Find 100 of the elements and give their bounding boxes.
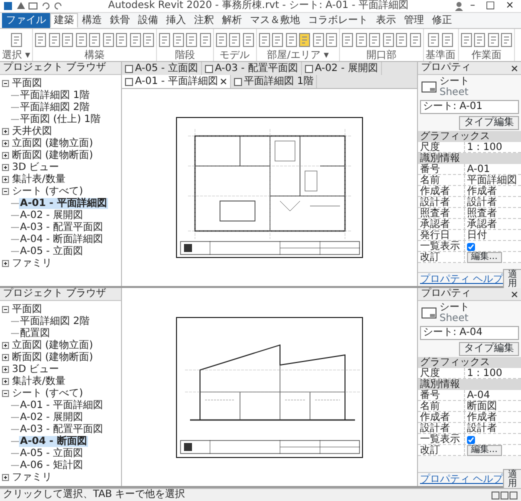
- close-icon[interactable]: [511, 64, 518, 72]
- tool-icon[interactable]: [62, 32, 74, 46]
- tree-item[interactable]: 平面詳細図 1階: [19, 90, 91, 102]
- tool-icon[interactable]: [35, 32, 46, 46]
- tree-item[interactable]: 立面図 (建物立面): [11, 138, 94, 150]
- apply-button[interactable]: 適用: [503, 468, 521, 490]
- close-icon[interactable]: [220, 78, 227, 85]
- tool-icon[interactable]: [356, 32, 367, 46]
- expand-icon[interactable]: [2, 366, 9, 373]
- tool-icon[interactable]: [410, 32, 421, 46]
- tree-item[interactable]: 集計表/数量: [11, 174, 66, 186]
- tool-icon[interactable]: [272, 32, 284, 46]
- ribbon-tab[interactable]: 管理: [400, 12, 428, 28]
- tree-item[interactable]: A-05 - 立面図: [19, 448, 84, 460]
- ribbon-tab[interactable]: 設備: [134, 12, 162, 28]
- user-icon[interactable]: [454, 1, 464, 11]
- tree-item[interactable]: 3D ビュー: [11, 162, 60, 174]
- tree-item[interactable]: A-03 - 配置平面図: [19, 424, 104, 436]
- tool-icon[interactable]: [186, 32, 198, 46]
- tree-item[interactable]: シート (すべて): [11, 186, 84, 198]
- tool-icon[interactable]: [474, 32, 486, 46]
- ribbon-tab[interactable]: 修正: [428, 12, 456, 28]
- tree-item[interactable]: 天井伏図: [11, 126, 53, 138]
- ribbon-tab[interactable]: 表示: [372, 12, 400, 28]
- expand-icon[interactable]: [2, 152, 9, 159]
- tree-item[interactable]: 配置図: [19, 328, 51, 340]
- ribbon-tab[interactable]: 構造: [78, 12, 106, 28]
- expand-icon[interactable]: [2, 474, 9, 481]
- tool-icon[interactable]: [130, 32, 141, 46]
- edit-button[interactable]: 編集...: [467, 445, 502, 456]
- tool-icon[interactable]: [159, 32, 170, 46]
- ribbon-tab[interactable]: 解析: [218, 12, 246, 28]
- edit-button[interactable]: 編集...: [467, 252, 502, 263]
- window-control-button[interactable]: ×: [502, 0, 518, 12]
- tree-item[interactable]: シート (すべて): [11, 388, 84, 400]
- ribbon-tab[interactable]: 注釈: [190, 12, 218, 28]
- tool-icon[interactable]: [258, 32, 270, 46]
- tool-icon[interactable]: [442, 32, 453, 46]
- tool-icon[interactable]: [342, 32, 354, 46]
- tree-item[interactable]: 断面図 (建物断面): [11, 150, 94, 162]
- tree-item[interactable]: 平面図 (仕上) 1階: [19, 114, 102, 126]
- apply-button[interactable]: 適用: [503, 268, 521, 290]
- type-selector[interactable]: シート: A-04: [420, 326, 519, 340]
- tool-icon[interactable]: [76, 32, 87, 46]
- collapse-icon[interactable]: [2, 188, 9, 195]
- view-tab[interactable]: A-02 - 展開図: [302, 62, 382, 75]
- tree-item[interactable]: A-02 - 展開図: [19, 412, 84, 424]
- ribbon-tab[interactable]: ファイル: [2, 12, 50, 28]
- tree-item[interactable]: ファミリ: [11, 258, 53, 270]
- tool-icon[interactable]: [216, 32, 227, 46]
- tool-icon[interactable]: [242, 32, 254, 46]
- expand-icon[interactable]: [2, 176, 9, 183]
- tool-icon[interactable]: [48, 32, 60, 46]
- tree-item[interactable]: 平面詳細図 2階: [19, 316, 91, 328]
- tool-icon[interactable]: [396, 32, 408, 46]
- help-link[interactable]: プロパティ ヘルプ: [420, 474, 504, 486]
- tool-icon[interactable]: [369, 32, 380, 46]
- ribbon-tab[interactable]: マス＆敷地: [246, 12, 304, 28]
- expand-icon[interactable]: [2, 128, 9, 135]
- ribbon-tab[interactable]: コラボレート: [304, 12, 372, 28]
- tool-icon[interactable]: [488, 32, 499, 46]
- tree-item[interactable]: 集計表/数量: [11, 376, 66, 388]
- tool-icon[interactable]: [89, 32, 100, 46]
- type-selector[interactable]: シート: A-01: [420, 100, 519, 114]
- window-control-button[interactable]: –: [466, 0, 480, 12]
- tool-icon[interactable]: [10, 32, 22, 46]
- tree-item[interactable]: 平面図: [11, 78, 43, 90]
- tree-item[interactable]: A-05 - 立面図: [19, 246, 84, 258]
- triangle-icon[interactable]: [16, 1, 26, 11]
- edit-type-button[interactable]: タイプ編集: [459, 116, 519, 130]
- tool-icon[interactable]: [200, 32, 211, 46]
- tool-icon[interactable]: [172, 32, 184, 46]
- tool-icon[interactable]: [326, 32, 338, 46]
- collapse-icon[interactable]: [2, 390, 9, 397]
- tree-item[interactable]: 立面図 (建物立面): [11, 340, 94, 352]
- expand-icon[interactable]: [2, 164, 9, 171]
- tree-item[interactable]: A-02 - 展開図: [19, 210, 84, 222]
- collapse-icon[interactable]: [2, 306, 9, 313]
- tree-item[interactable]: A-01 - 平面詳細図: [19, 400, 104, 412]
- ribbon-tab[interactable]: 建築: [50, 12, 78, 28]
- tree-item[interactable]: A-04 - 断面図: [19, 436, 88, 448]
- expand-icon[interactable]: [2, 354, 9, 361]
- tree-item[interactable]: ファミリ: [11, 472, 53, 484]
- window-control-button[interactable]: □: [482, 0, 500, 12]
- tool-icon[interactable]: [286, 32, 297, 46]
- tool-icon[interactable]: [501, 32, 512, 46]
- view-tab[interactable]: A-01 - 平面詳細図: [122, 75, 231, 88]
- tree-item[interactable]: A-06 - 矩計図: [19, 460, 84, 472]
- app-menu-icon[interactable]: [3, 1, 13, 11]
- expand-icon[interactable]: [2, 378, 9, 385]
- close-icon[interactable]: [511, 290, 518, 298]
- tree-item[interactable]: 平面図: [11, 304, 43, 316]
- tool-icon[interactable]: [312, 32, 324, 46]
- tree-item[interactable]: 3D ビュー: [11, 364, 60, 376]
- tool-icon[interactable]: [382, 32, 394, 46]
- tree-item[interactable]: 断面図 (建物断面): [11, 352, 94, 364]
- tool-icon[interactable]: [460, 32, 472, 46]
- tree-item[interactable]: A-03 - 配置平面図: [19, 222, 104, 234]
- tree-item[interactable]: A-04 - 断面詳細図: [19, 234, 104, 246]
- tool-icon[interactable]: [229, 32, 240, 46]
